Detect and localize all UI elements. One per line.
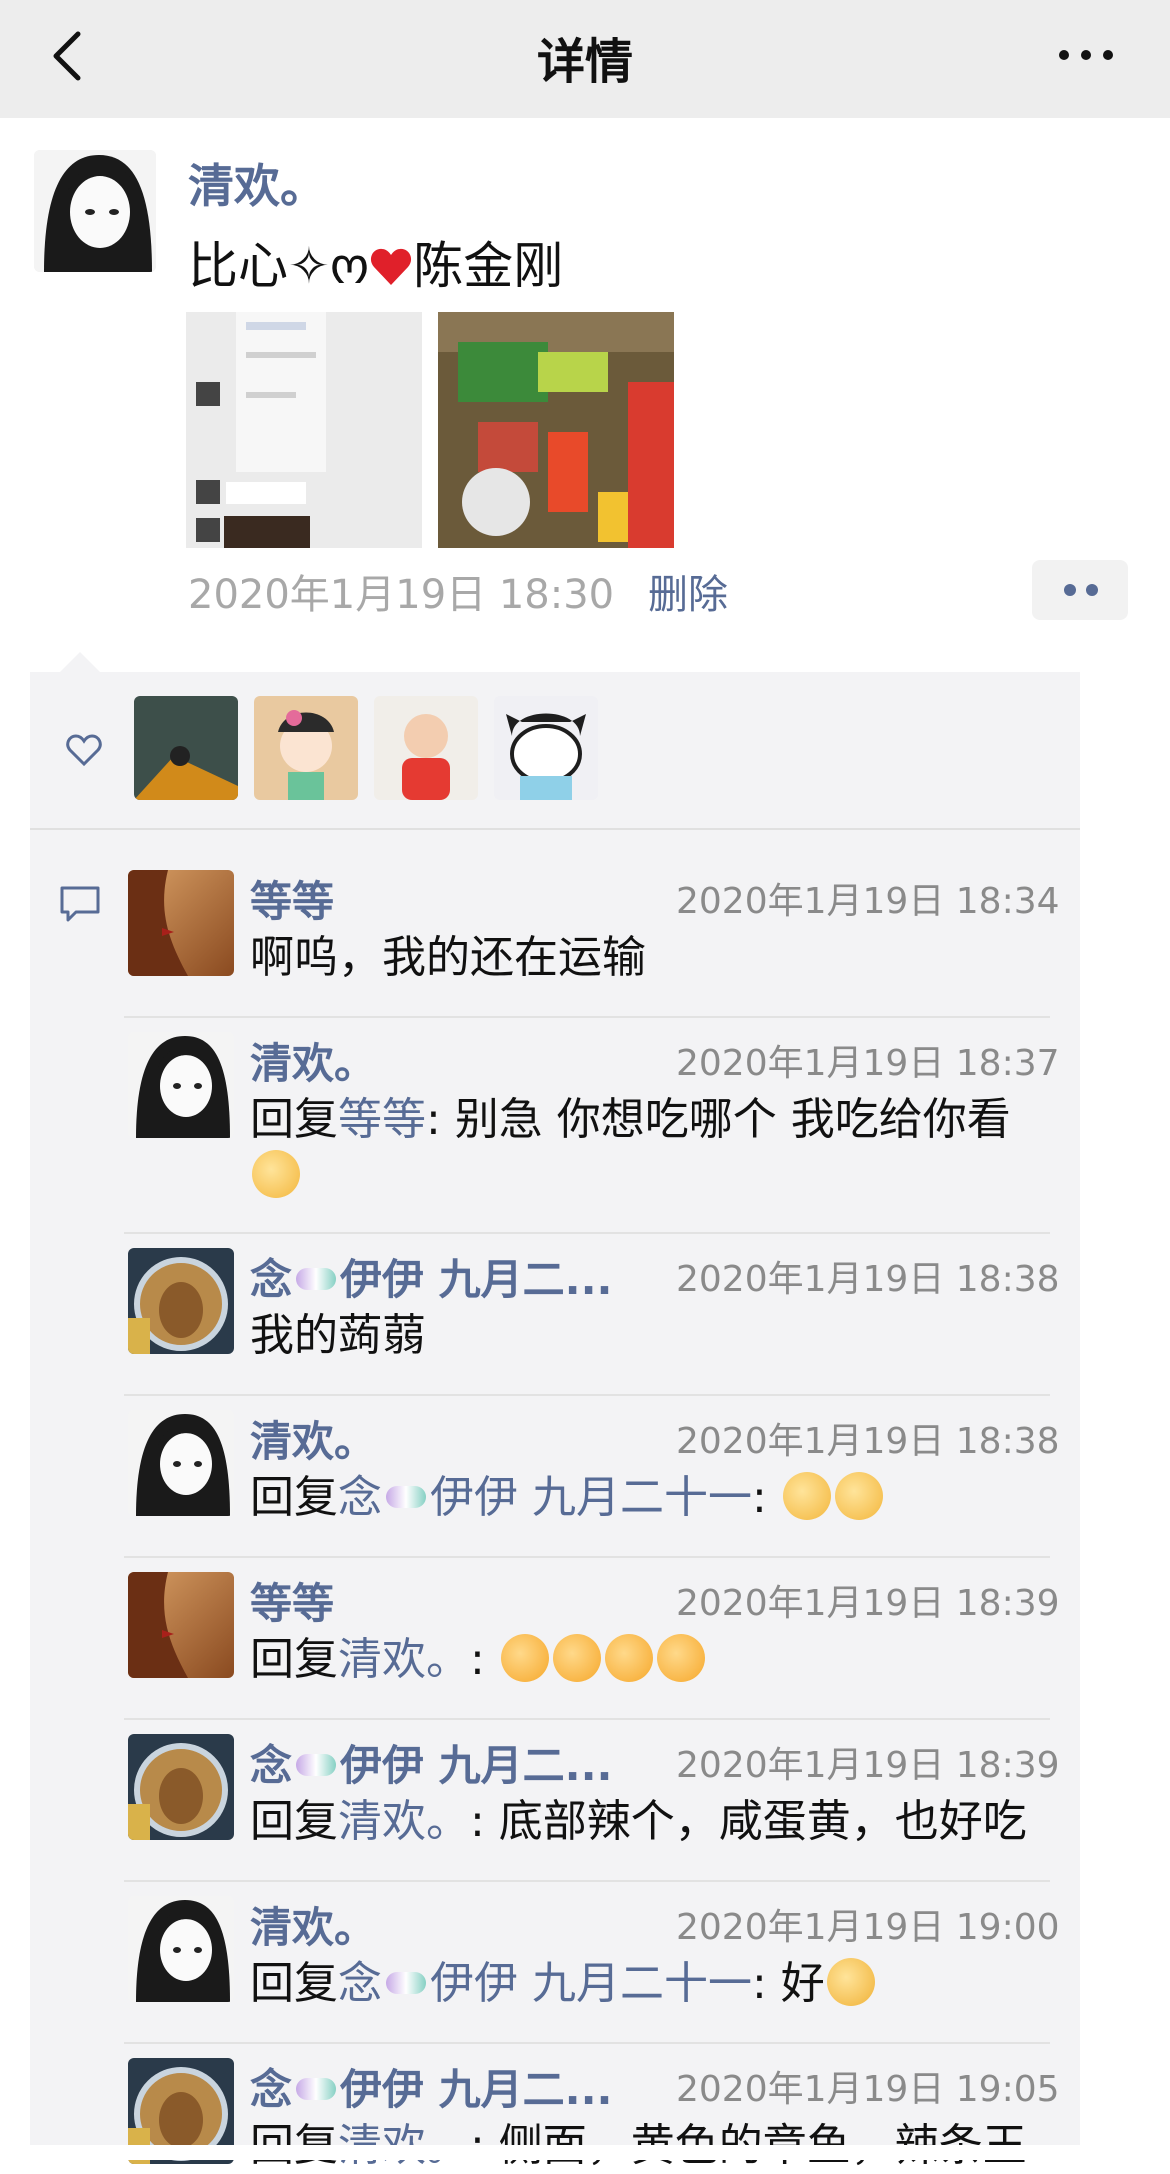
like-comment-menu-button[interactable] [1032,560,1128,620]
comment-text[interactable]: 回复清欢。: [250,1632,1050,1688]
post-time: 2020年1月19日 18:30 [188,572,615,618]
doge-emoji-icon [252,1150,300,1198]
reply-target-prefix: 念 [338,1958,382,2009]
comment-text[interactable]: 我的蒟蒻 [250,1308,1050,1364]
reply-body: : 别急 你想吃哪个 我吃给你看 [426,1094,1011,1145]
delete-button[interactable]: 删除 [648,562,728,620]
reply-label: 回复 [250,1094,338,1145]
reply-label: 回复 [250,1796,338,1847]
post-author-name[interactable]: 清欢。 [188,150,326,216]
reply-target-name[interactable]: 念伊伊 九月二十一 [338,1472,752,1523]
comment-separator [124,1556,1050,1558]
comment-separator [124,1718,1050,1720]
commenter-name[interactable]: 等等 [250,868,334,929]
commenter-avatar[interactable] [128,1248,234,1354]
nav-bar: 详情 [0,0,1170,118]
post-photo-screenshot[interactable] [186,312,422,548]
comment-text[interactable]: 回复清欢。: 底部辣个，咸蛋黄，也好吃 [250,1794,1050,1850]
reply-target-name[interactable]: 清欢。 [338,1796,470,1847]
doge-emoji-icon [782,1472,831,1520]
comment-time: 2020年1月19日 18:37 [676,1043,1060,1084]
kiss-emoji-icon [500,1634,549,1682]
commenter-avatar[interactable] [128,1896,234,2002]
liker-avatar[interactable] [494,696,598,800]
reply-target-suffix: 伊伊 九月二十一 [430,1958,752,2009]
post-photo-snacks[interactable] [438,312,674,548]
comment-separator [124,1880,1050,1882]
ellipsis-icon[interactable] [1056,40,1116,70]
comment-time: 2020年1月19日 19:00 [676,1907,1060,1948]
kiss-emoji-icon [656,1634,705,1682]
commenter-avatar[interactable] [128,870,234,976]
comment-separator [124,1016,1050,1018]
comment-time: 2020年1月19日 19:05 [676,2069,1060,2110]
reply-label: 回复 [250,1472,338,1523]
comment-text[interactable]: 回复念 伊伊 九月二十一: [250,1470,1050,1526]
commenter-avatar[interactable] [128,1572,234,1678]
commenter-name-suffix: 伊伊 九月二... [340,1255,613,1304]
liker-avatar[interactable] [254,696,358,800]
comment-bubble-icon [60,886,100,922]
reply-target-name[interactable]: 等等 [338,1094,426,1145]
page-title: 详情 [536,34,633,90]
reply-label: 回复 [250,1634,338,1685]
comment-time: 2020年1月19日 18:39 [676,1583,1060,1624]
heart-outline-icon [66,734,102,767]
post-text-prefix: 比心✧ო [188,237,370,295]
liker-avatar[interactable] [134,696,238,800]
commenter-name-suffix: 伊伊 九月二... [340,1741,613,1790]
candy-icon [296,1268,337,1290]
commenter-name-prefix: 念 [250,1741,293,1790]
comment-separator [124,1394,1050,1396]
commenter-name[interactable]: 等等 [250,1570,334,1631]
comment-text[interactable]: 回复念 伊伊 九月二十一: 好 [250,1956,1050,2012]
candy-icon [386,1486,426,1508]
reply-target-name[interactable]: 念伊伊 九月二十一 [338,1958,752,2009]
reply-label: 回复 [250,1958,338,2009]
commenter-name[interactable]: 清欢。 [250,1408,376,1469]
reply-body: : 底部辣个，咸蛋黄，也好吃 [470,1796,1027,1847]
post-text: 比心✧ო 陈金刚 [188,226,563,298]
post-author-avatar[interactable] [34,150,156,272]
comment-time: 2020年1月19日 18:38 [676,1259,1060,1300]
kiss-emoji-icon [604,1634,653,1682]
kiss-emoji-icon [552,1634,601,1682]
commenter-avatar[interactable] [128,1734,234,1840]
reply-body: : [752,1472,767,1523]
comment-text[interactable]: 啊呜，我的还在运输 [250,930,1050,986]
reply-body: : [470,1634,485,1685]
comment-time: 2020年1月19日 18:38 [676,1421,1060,1462]
candy-icon [296,1754,337,1776]
doge-emoji-icon [834,1472,883,1520]
commenter-name[interactable]: 念伊伊 九月二... [250,1246,613,1307]
commenter-name-suffix: 伊伊 九月二... [340,2065,613,2114]
comment-separator [124,2042,1050,2044]
commenter-name-prefix: 念 [250,1255,293,1304]
commenter-name[interactable]: 清欢。 [250,1030,376,1091]
commenter-name-prefix: 念 [250,2065,293,2114]
candy-icon [386,1972,426,1994]
post-text-suffix: 陈金刚 [413,237,564,295]
red-heart-icon [371,248,412,285]
commenter-avatar[interactable] [128,1410,234,1516]
reply-body: : 好 [752,1958,825,2009]
comment-separator [124,1232,1050,1234]
thinking-emoji-icon [826,1958,875,2006]
comment-time: 2020年1月19日 18:34 [676,881,1060,922]
reply-target-name[interactable]: 清欢。 [338,1634,470,1685]
two-dots-icon [1064,584,1098,596]
candy-icon [296,2078,337,2100]
commenter-name[interactable]: 念伊伊 九月二... [250,1732,613,1793]
reply-target-prefix: 念 [338,1472,382,1523]
commenter-avatar[interactable] [128,1032,234,1138]
panel-arrow [60,652,100,672]
reply-target-suffix: 伊伊 九月二十一 [430,1472,752,1523]
commenter-name[interactable]: 念伊伊 九月二... [250,2056,613,2117]
liker-avatar[interactable] [374,696,478,800]
likes-divider [30,828,1080,830]
comment-time: 2020年1月19日 18:39 [676,1745,1060,1786]
comment-text[interactable]: 回复等等: 别急 你想吃哪个 我吃给你看 [250,1092,1050,1204]
commenter-name[interactable]: 清欢。 [250,1894,376,1955]
bottom-edge [0,2145,1170,2160]
